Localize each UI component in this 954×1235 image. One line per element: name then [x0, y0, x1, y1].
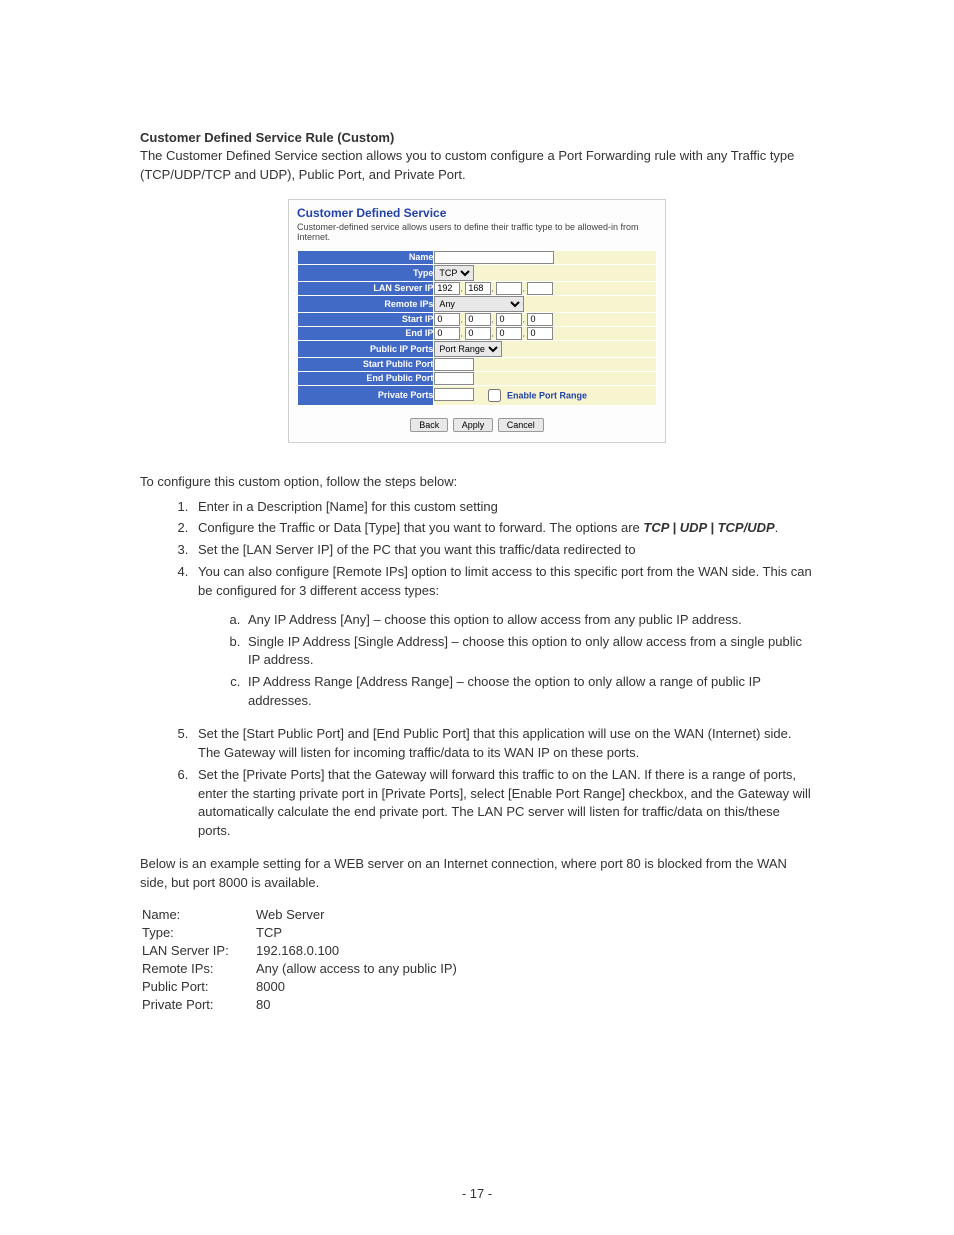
example-table: Name:Web Server Type:TCP LAN Server IP:1…: [140, 905, 463, 1015]
end-public-port-input[interactable]: [434, 372, 474, 385]
example-intro: Below is an example setting for a WEB se…: [140, 855, 814, 893]
example-private-value: 80: [256, 997, 461, 1013]
type-select[interactable]: TCP: [434, 265, 474, 281]
public-ip-ports-select[interactable]: Port Range: [434, 341, 502, 357]
steps-list: Enter in a Description [Name] for this c…: [140, 498, 814, 842]
private-ports-input[interactable]: [434, 388, 474, 401]
step-3: Set the [LAN Server IP] of the PC that y…: [192, 541, 814, 560]
lan-ip-2[interactable]: [465, 282, 491, 295]
example-lan-value: 192.168.0.100: [256, 943, 461, 959]
example-type-value: TCP: [256, 925, 461, 941]
step-4c: IP Address Range [Address Range] – choos…: [244, 673, 814, 711]
cancel-button[interactable]: Cancel: [498, 418, 544, 432]
end-ip-4[interactable]: [527, 327, 553, 340]
remote-ips-select[interactable]: Any: [434, 296, 524, 312]
step-6: Set the [Private Ports] that the Gateway…: [192, 766, 814, 841]
end-ip-1[interactable]: [434, 327, 460, 340]
end-ip-3[interactable]: [496, 327, 522, 340]
label-end-ip: End IP: [298, 326, 434, 340]
section-heading: Customer Defined Service Rule (Custom): [140, 130, 814, 145]
example-name-label: Name:: [142, 907, 254, 923]
step-5: Set the [Start Public Port] and [End Pub…: [192, 725, 814, 763]
example-private-label: Private Port:: [142, 997, 254, 1013]
config-form-table: Name Type TCP LAN Server IP . . .: [297, 250, 657, 406]
label-lan-server-ip: LAN Server IP: [298, 281, 434, 295]
end-ip-2[interactable]: [465, 327, 491, 340]
example-type-label: Type:: [142, 925, 254, 941]
step-4-sublist: Any IP Address [Any] – choose this optio…: [198, 611, 814, 711]
lan-ip-1[interactable]: [434, 282, 460, 295]
label-remote-ips: Remote IPs: [298, 295, 434, 312]
example-lan-label: LAN Server IP:: [142, 943, 254, 959]
lan-ip-4[interactable]: [527, 282, 553, 295]
start-ip-4[interactable]: [527, 313, 553, 326]
config-screenshot: Customer Defined Service Customer-define…: [288, 199, 666, 443]
label-name: Name: [298, 250, 434, 264]
start-ip-3[interactable]: [496, 313, 522, 326]
step-4b: Single IP Address [Single Address] – cho…: [244, 633, 814, 671]
apply-button[interactable]: Apply: [453, 418, 494, 432]
page-number: - 17 -: [0, 1186, 954, 1201]
screenshot-title: Customer Defined Service: [297, 206, 657, 220]
back-button[interactable]: Back: [410, 418, 448, 432]
step-2: Configure the Traffic or Data [Type] tha…: [192, 519, 814, 538]
example-name-value: Web Server: [256, 907, 461, 923]
start-ip-1[interactable]: [434, 313, 460, 326]
step-4a: Any IP Address [Any] – choose this optio…: [244, 611, 814, 630]
label-start-public-port: Start Public Port: [298, 357, 434, 371]
label-end-public-port: End Public Port: [298, 371, 434, 385]
label-public-ip-ports: Public IP Ports: [298, 340, 434, 357]
enable-port-range-checkbox[interactable]: [488, 389, 501, 402]
intro-paragraph: The Customer Defined Service section all…: [140, 147, 814, 185]
label-type: Type: [298, 264, 434, 281]
label-private-ports: Private Ports: [298, 385, 434, 405]
step-1: Enter in a Description [Name] for this c…: [192, 498, 814, 517]
example-remote-value: Any (allow access to any public IP): [256, 961, 461, 977]
example-public-value: 8000: [256, 979, 461, 995]
step-4: You can also configure [Remote IPs] opti…: [192, 563, 814, 711]
example-public-label: Public Port:: [142, 979, 254, 995]
enable-port-range-label: Enable Port Range: [507, 390, 587, 400]
label-start-ip: Start IP: [298, 312, 434, 326]
start-ip-2[interactable]: [465, 313, 491, 326]
start-public-port-input[interactable]: [434, 358, 474, 371]
example-remote-label: Remote IPs:: [142, 961, 254, 977]
screenshot-description: Customer-defined service allows users to…: [297, 222, 657, 242]
name-input[interactable]: [434, 251, 554, 264]
lan-ip-3[interactable]: [496, 282, 522, 295]
configure-intro: To configure this custom option, follow …: [140, 473, 814, 492]
